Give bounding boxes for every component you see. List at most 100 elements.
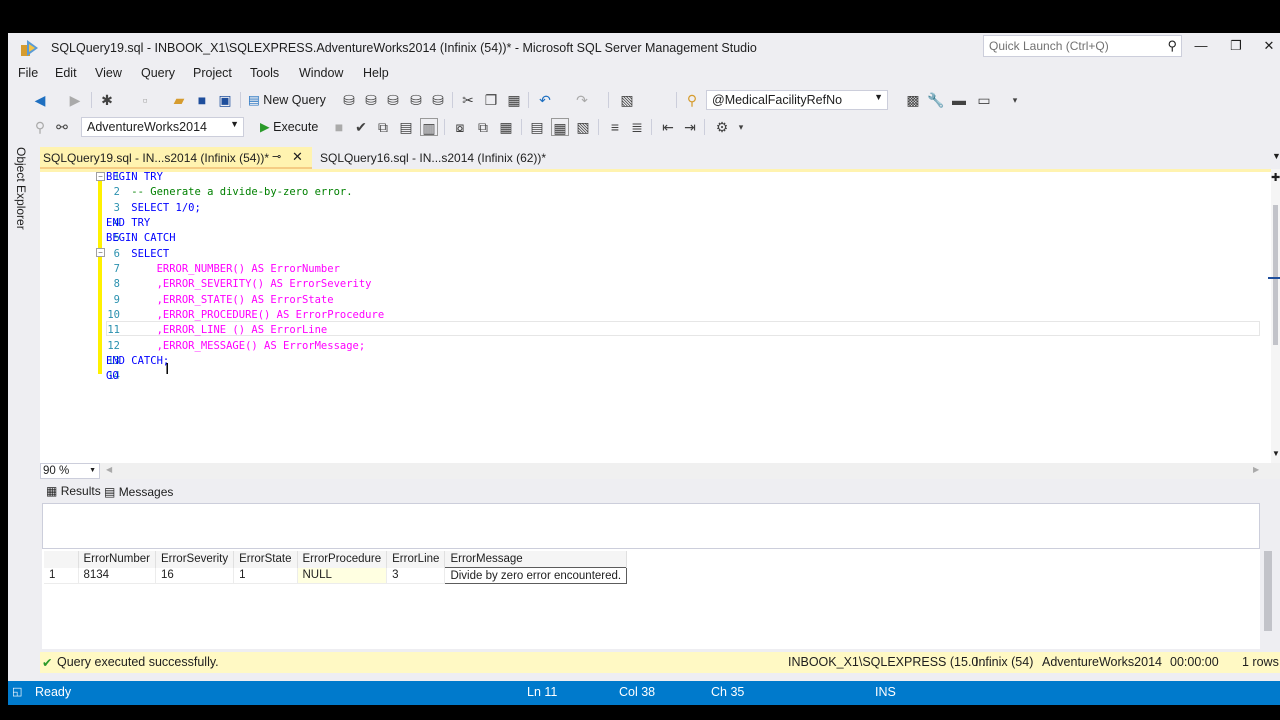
save-all-icon[interactable]: ▣: [216, 91, 234, 109]
cell-error-procedure[interactable]: NULL: [297, 567, 388, 584]
toolbox-icon[interactable]: ▬: [950, 91, 968, 109]
comment-out-icon[interactable]: ≡: [606, 118, 624, 136]
tab-sqlquery19[interactable]: SQLQuery19.sql - IN...s2014 (Infinix (54…: [40, 147, 312, 169]
tab-results[interactable]: ▦ Results: [46, 484, 101, 498]
paste-icon[interactable]: ▦: [505, 91, 523, 109]
menu-query[interactable]: Query: [141, 66, 175, 80]
object-explorer-icon[interactable]: ▩: [904, 91, 922, 109]
menu-view[interactable]: View: [95, 66, 122, 80]
open-folder-icon[interactable]: ▰: [170, 91, 188, 109]
close-button[interactable]: ✕: [1252, 35, 1280, 57]
query-designer-icon[interactable]: ▤: [397, 118, 415, 136]
cell-error-message[interactable]: Divide by zero error encountered.: [444, 567, 628, 584]
tab-messages[interactable]: ▤ Messages: [104, 485, 173, 499]
column-header[interactable]: ErrorNumber: [78, 551, 156, 568]
cancel-query-icon[interactable]: ■: [330, 118, 348, 136]
tab-sqlquery16[interactable]: SQLQuery16.sql - IN...s2014 (Infinix (62…: [312, 147, 612, 169]
column-header[interactable]: ErrorProcedure: [297, 551, 388, 568]
execute-button[interactable]: ▶ Execute: [260, 118, 318, 136]
database-combo[interactable]: AdventureWorks2014 ▼: [81, 117, 244, 137]
menu-help[interactable]: Help: [363, 66, 389, 80]
code-line-6: SELECT: [106, 248, 170, 260]
scroll-down-icon[interactable]: ▼: [1272, 449, 1280, 458]
pin-icon[interactable]: ⊸: [272, 150, 281, 163]
live-query-stats-icon[interactable]: ▦: [497, 118, 515, 136]
undo-icon[interactable]: ↶: [536, 91, 554, 109]
execute-label: Execute: [273, 120, 319, 134]
dax-query-icon[interactable]: ⛁: [429, 91, 447, 109]
row-number[interactable]: 1: [44, 567, 79, 584]
find-icon[interactable]: ⚲: [683, 91, 701, 109]
cell-error-line[interactable]: 3: [386, 567, 446, 584]
command-window-icon[interactable]: ▭: [975, 91, 993, 109]
uncomment-icon[interactable]: ≣: [628, 118, 646, 136]
scroll-left-icon[interactable]: ◀: [106, 465, 112, 474]
menu-tools[interactable]: Tools: [250, 66, 279, 80]
query-status-message: Query executed successfully.: [57, 655, 219, 669]
table-row[interactable]: 1 8134 16 1 NULL 3 Divide by zero error …: [44, 567, 628, 584]
object-combo[interactable]: @MedicalFacilityRefNo ▼: [706, 90, 888, 110]
maximize-button[interactable]: ❐: [1219, 35, 1253, 57]
code-line-9: ,ERROR_STATE() AS ErrorState: [106, 294, 334, 306]
results-to-grid-icon[interactable]: ▦: [551, 118, 569, 136]
login-name: Infinix (54): [975, 655, 1034, 669]
close-tab-icon[interactable]: ✕: [292, 149, 303, 165]
editor-vertical-scrollbar[interactable]: ✚ ▼: [1268, 169, 1280, 463]
quick-launch-input[interactable]: Quick Launch (Ctrl+Q) ⚲: [983, 35, 1182, 57]
include-actual-plan-icon[interactable]: ⧉: [474, 118, 492, 136]
cell-error-number[interactable]: 8134: [78, 567, 156, 584]
scroll-right-icon[interactable]: ▶: [1253, 465, 1259, 474]
mdx-query-icon[interactable]: ⛁: [362, 91, 380, 109]
connect-icon[interactable]: ⚲: [31, 118, 49, 136]
server-name: INBOOK_X1\SQLEXPRESS (15.0 ...: [788, 655, 993, 669]
display-estimated-plan-icon[interactable]: ⧉: [374, 118, 392, 136]
minimize-button[interactable]: —: [1184, 35, 1218, 57]
cell-error-severity[interactable]: 16: [155, 567, 235, 584]
cut-icon[interactable]: ✂: [459, 91, 477, 109]
scroll-thumb[interactable]: [1273, 205, 1278, 345]
intellisense-icon[interactable]: ⧇: [451, 118, 469, 136]
redo-icon[interactable]: ↷: [573, 91, 591, 109]
increase-indent-icon[interactable]: ⇥: [681, 118, 699, 136]
results-scroll-thumb[interactable]: [1264, 551, 1272, 631]
forward-icon[interactable]: ▶: [66, 91, 84, 109]
dmx-query-icon[interactable]: ⛁: [384, 91, 402, 109]
change-connection-icon[interactable]: ⚯: [53, 118, 71, 136]
column-header[interactable]: ErrorMessage: [444, 551, 628, 568]
activity-monitor-icon[interactable]: ▧: [618, 91, 636, 109]
new-project-icon[interactable]: ✱: [98, 91, 116, 109]
database-name: AdventureWorks2014: [1042, 655, 1162, 669]
toolbar-overflow-icon[interactable]: ▾: [732, 118, 750, 136]
toolbar-overflow-icon[interactable]: ▾: [1006, 91, 1024, 109]
menu-window[interactable]: Window: [299, 66, 343, 80]
split-icon[interactable]: ✚: [1271, 171, 1280, 184]
save-icon[interactable]: ■: [193, 91, 211, 109]
properties-icon[interactable]: 🔧: [927, 91, 945, 109]
column-header[interactable]: ErrorSeverity: [155, 551, 235, 568]
xmla-query-icon[interactable]: ⛁: [407, 91, 425, 109]
menu-edit[interactable]: Edit: [55, 66, 77, 80]
menu-project[interactable]: Project: [193, 66, 232, 80]
results-to-text-icon[interactable]: ▤: [528, 118, 546, 136]
add-item-icon[interactable]: ▫: [136, 91, 154, 109]
query-options-icon[interactable]: ▥: [420, 118, 438, 136]
cell-error-state[interactable]: 1: [233, 567, 298, 584]
new-query-button[interactable]: ▤ New Query: [248, 91, 326, 109]
parse-icon[interactable]: ✔: [352, 118, 370, 136]
results-grid[interactable]: ErrorNumber ErrorSeverity ErrorState Err…: [42, 548, 1272, 649]
column-header[interactable]: ErrorLine: [386, 551, 446, 568]
results-to-file-icon[interactable]: ▧: [574, 118, 592, 136]
database-engine-query-icon[interactable]: ⛁: [340, 91, 358, 109]
specify-values-icon[interactable]: ⚙: [713, 118, 731, 136]
messages-tab-label: Messages: [118, 485, 174, 499]
object-explorer-tab[interactable]: Object Explorer: [10, 145, 34, 265]
decrease-indent-icon[interactable]: ⇤: [659, 118, 677, 136]
query-editor[interactable]: − − 1 2 3 4 5 6 7 8 9 10 11 12 13 14 BEGIN TRY -- Gen…: [40, 169, 1271, 463]
tab-overflow-icon[interactable]: ▼: [1272, 151, 1280, 161]
column-header[interactable]: ErrorState: [233, 551, 298, 568]
copy-icon[interactable]: ❐: [482, 91, 500, 109]
table-header-row: ErrorNumber ErrorSeverity ErrorState Err…: [44, 551, 628, 568]
back-icon[interactable]: ◀: [31, 91, 49, 109]
zoom-combo[interactable]: 90 % ▼: [40, 463, 100, 479]
menu-file[interactable]: File: [18, 66, 38, 80]
